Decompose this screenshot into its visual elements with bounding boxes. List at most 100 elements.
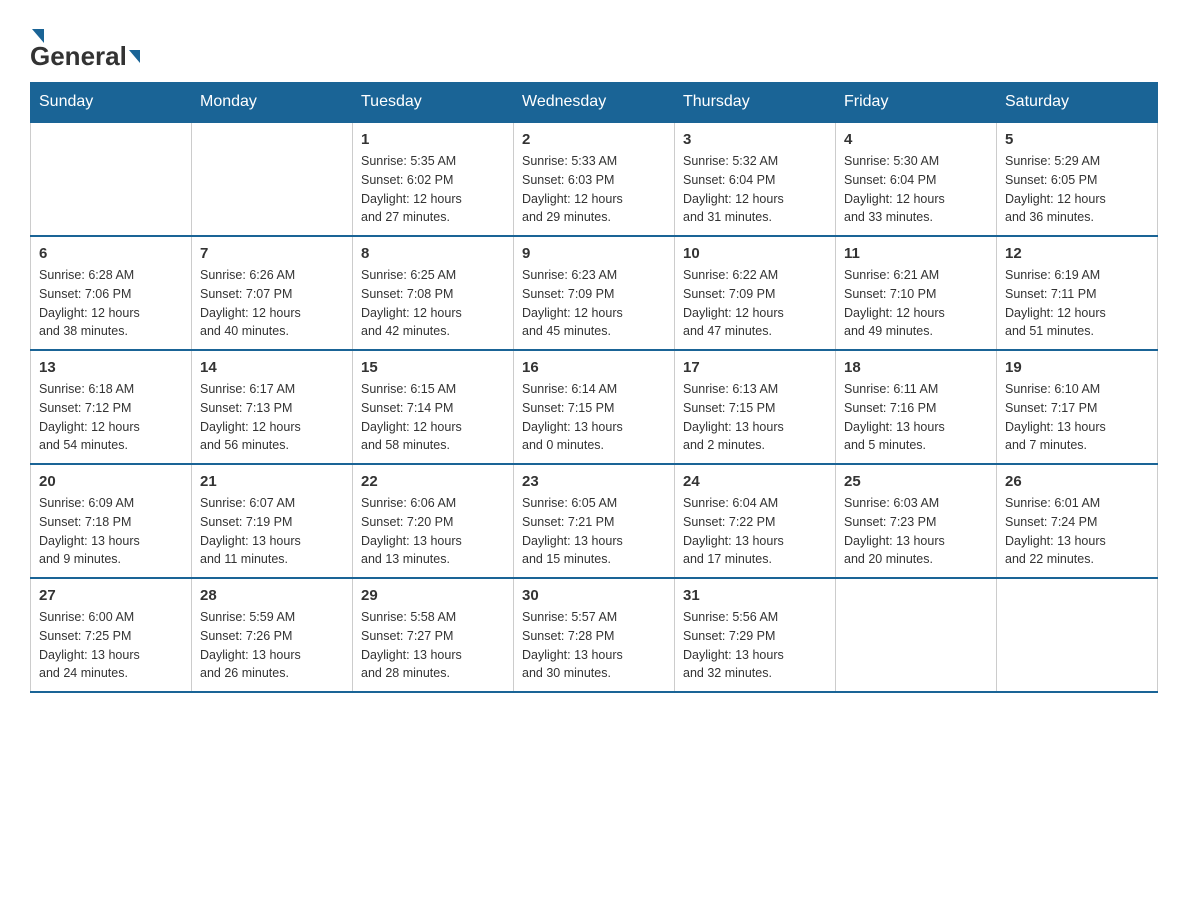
day-info: Sunrise: 5:35 AMSunset: 6:02 PMDaylight:… bbox=[361, 152, 505, 227]
day-info: Sunrise: 6:10 AMSunset: 7:17 PMDaylight:… bbox=[1005, 380, 1149, 455]
calendar-cell: 22Sunrise: 6:06 AMSunset: 7:20 PMDayligh… bbox=[353, 464, 514, 578]
day-number: 15 bbox=[361, 359, 505, 376]
day-number: 10 bbox=[683, 245, 827, 262]
calendar-cell: 26 Sunrise: 6:01 AMSunset: 7:24 PMDayligh… bbox=[997, 464, 1158, 578]
day-info: Sunrise: 6:25 AMSunset: 7:08 PMDaylight:… bbox=[361, 266, 505, 341]
calendar-cell: 12 Sunrise: 6:19 AMSunset: 7:11 PMDayligh… bbox=[997, 236, 1158, 350]
day-info: Sunrise: 6:28 AMSunset: 7:06 PMDaylight:… bbox=[39, 266, 183, 341]
day-number: 6 bbox=[39, 245, 183, 262]
day-number: 29 bbox=[361, 587, 505, 604]
day-info: Sunrise: 6:13 AMSunset: 7:15 PMDaylight:… bbox=[683, 380, 827, 455]
day-info: Sunrise: 6:11 AMSunset: 7:16 PMDaylight:… bbox=[844, 380, 988, 455]
calendar-cell: 3 Sunrise: 5:32 AMSunset: 6:04 PMDaylight… bbox=[675, 122, 836, 236]
calendar-cell bbox=[997, 578, 1158, 692]
weekday-header-monday: Monday bbox=[192, 83, 353, 123]
day-info: Sunrise: 5:57 AMSunset: 7:28 PMDaylight:… bbox=[522, 608, 666, 683]
day-number: 31 bbox=[683, 587, 827, 604]
calendar-week-5: 27 Sunrise: 6:00 AMSunset: 7:25 PMDayligh… bbox=[31, 578, 1158, 692]
weekday-header-saturday: Saturday bbox=[997, 83, 1158, 123]
day-number: 4 bbox=[844, 131, 988, 148]
calendar-cell: 2 Sunrise: 5:33 AMSunset: 6:03 PMDaylight… bbox=[514, 122, 675, 236]
weekday-header-tuesday: Tuesday bbox=[353, 83, 514, 123]
logo-triangle-icon bbox=[129, 50, 140, 63]
day-number: 27 bbox=[39, 587, 183, 604]
calendar-cell: 17Sunrise: 6:13 AMSunset: 7:15 PMDayligh… bbox=[675, 350, 836, 464]
calendar-cell: 18 Sunrise: 6:11 AMSunset: 7:16 PMDayligh… bbox=[836, 350, 997, 464]
calendar-cell: 28Sunrise: 5:59 AMSunset: 7:26 PMDayligh… bbox=[192, 578, 353, 692]
day-number: 18 bbox=[844, 359, 988, 376]
calendar-cell: 24 Sunrise: 6:04 AMSunset: 7:22 PMDayligh… bbox=[675, 464, 836, 578]
day-info: Sunrise: 6:03 AMSunset: 7:23 PMDaylight:… bbox=[844, 494, 988, 569]
day-info: Sunrise: 5:56 AMSunset: 7:29 PMDaylight:… bbox=[683, 608, 827, 683]
calendar-cell: 19 Sunrise: 6:10 AMSunset: 7:17 PMDayligh… bbox=[997, 350, 1158, 464]
calendar-header-row: SundayMondayTuesdayWednesdayThursdayFrid… bbox=[31, 83, 1158, 123]
calendar-cell: 21 Sunrise: 6:07 AMSunset: 7:19 PMDayligh… bbox=[192, 464, 353, 578]
day-info: Sunrise: 6:06 AMSunset: 7:20 PMDaylight:… bbox=[361, 494, 505, 569]
day-info: Sunrise: 6:04 AMSunset: 7:22 PMDaylight:… bbox=[683, 494, 827, 569]
day-number: 30 bbox=[522, 587, 666, 604]
calendar-cell: 13 Sunrise: 6:18 AMSunset: 7:12 PMDayligh… bbox=[31, 350, 192, 464]
calendar-week-4: 20 Sunrise: 6:09 AMSunset: 7:18 PMDayligh… bbox=[31, 464, 1158, 578]
calendar-cell: 31 Sunrise: 5:56 AMSunset: 7:29 PMDayligh… bbox=[675, 578, 836, 692]
day-info: Sunrise: 6:18 AMSunset: 7:12 PMDaylight:… bbox=[39, 380, 183, 455]
calendar-cell: 16 Sunrise: 6:14 AMSunset: 7:15 PMDayligh… bbox=[514, 350, 675, 464]
calendar-cell bbox=[192, 122, 353, 236]
calendar-cell: 8 Sunrise: 6:25 AMSunset: 7:08 PMDaylight… bbox=[353, 236, 514, 350]
day-info: Sunrise: 6:14 AMSunset: 7:15 PMDaylight:… bbox=[522, 380, 666, 455]
day-number: 13 bbox=[39, 359, 183, 376]
day-info: Sunrise: 6:05 AMSunset: 7:21 PMDaylight:… bbox=[522, 494, 666, 569]
page-header: General bbox=[30, 20, 1158, 72]
calendar-cell: 27 Sunrise: 6:00 AMSunset: 7:25 PMDayligh… bbox=[31, 578, 192, 692]
day-info: Sunrise: 6:00 AMSunset: 7:25 PMDaylight:… bbox=[39, 608, 183, 683]
day-info: Sunrise: 6:01 AMSunset: 7:24 PMDaylight:… bbox=[1005, 494, 1149, 569]
day-number: 19 bbox=[1005, 359, 1149, 376]
day-info: Sunrise: 6:26 AMSunset: 7:07 PMDaylight:… bbox=[200, 266, 344, 341]
calendar-table: SundayMondayTuesdayWednesdayThursdayFrid… bbox=[30, 82, 1158, 693]
day-number: 5 bbox=[1005, 131, 1149, 148]
day-number: 11 bbox=[844, 245, 988, 262]
day-number: 26 bbox=[1005, 473, 1149, 490]
calendar-cell: 15 Sunrise: 6:15 AMSunset: 7:14 PMDayligh… bbox=[353, 350, 514, 464]
calendar-week-3: 13 Sunrise: 6:18 AMSunset: 7:12 PMDayligh… bbox=[31, 350, 1158, 464]
weekday-header-thursday: Thursday bbox=[675, 83, 836, 123]
day-info: Sunrise: 6:22 AMSunset: 7:09 PMDaylight:… bbox=[683, 266, 827, 341]
day-info: Sunrise: 6:19 AMSunset: 7:11 PMDaylight:… bbox=[1005, 266, 1149, 341]
day-info: Sunrise: 6:09 AMSunset: 7:18 PMDaylight:… bbox=[39, 494, 183, 569]
day-number: 20 bbox=[39, 473, 183, 490]
calendar-cell bbox=[836, 578, 997, 692]
day-number: 9 bbox=[522, 245, 666, 262]
calendar-cell: 6 Sunrise: 6:28 AMSunset: 7:06 PMDaylight… bbox=[31, 236, 192, 350]
day-number: 1 bbox=[361, 131, 505, 148]
day-info: Sunrise: 6:07 AMSunset: 7:19 PMDaylight:… bbox=[200, 494, 344, 569]
day-number: 16 bbox=[522, 359, 666, 376]
weekday-header-sunday: Sunday bbox=[31, 83, 192, 123]
calendar-cell: 30 Sunrise: 5:57 AMSunset: 7:28 PMDayligh… bbox=[514, 578, 675, 692]
day-info: Sunrise: 5:29 AMSunset: 6:05 PMDaylight:… bbox=[1005, 152, 1149, 227]
day-number: 8 bbox=[361, 245, 505, 262]
calendar-cell bbox=[31, 122, 192, 236]
weekday-header-wednesday: Wednesday bbox=[514, 83, 675, 123]
calendar-cell: 1 Sunrise: 5:35 AMSunset: 6:02 PMDaylight… bbox=[353, 122, 514, 236]
day-number: 3 bbox=[683, 131, 827, 148]
day-info: Sunrise: 5:30 AMSunset: 6:04 PMDaylight:… bbox=[844, 152, 988, 227]
day-number: 2 bbox=[522, 131, 666, 148]
day-number: 12 bbox=[1005, 245, 1149, 262]
day-info: Sunrise: 5:58 AMSunset: 7:27 PMDaylight:… bbox=[361, 608, 505, 683]
calendar-cell: 4 Sunrise: 5:30 AMSunset: 6:04 PMDaylight… bbox=[836, 122, 997, 236]
calendar-cell: 5 Sunrise: 5:29 AMSunset: 6:05 PMDaylight… bbox=[997, 122, 1158, 236]
day-info: Sunrise: 6:17 AMSunset: 7:13 PMDaylight:… bbox=[200, 380, 344, 455]
calendar-cell: 29 Sunrise: 5:58 AMSunset: 7:27 PMDayligh… bbox=[353, 578, 514, 692]
logo-general-text2: General bbox=[30, 41, 127, 72]
calendar-week-2: 6 Sunrise: 6:28 AMSunset: 7:06 PMDaylight… bbox=[31, 236, 1158, 350]
calendar-cell: 9Sunrise: 6:23 AMSunset: 7:09 PMDaylight… bbox=[514, 236, 675, 350]
weekday-header-friday: Friday bbox=[836, 83, 997, 123]
day-info: Sunrise: 5:33 AMSunset: 6:03 PMDaylight:… bbox=[522, 152, 666, 227]
day-number: 24 bbox=[683, 473, 827, 490]
calendar-cell: 10 Sunrise: 6:22 AMSunset: 7:09 PMDayligh… bbox=[675, 236, 836, 350]
day-number: 21 bbox=[200, 473, 344, 490]
day-info: Sunrise: 5:32 AMSunset: 6:04 PMDaylight:… bbox=[683, 152, 827, 227]
calendar-week-1: 1 Sunrise: 5:35 AMSunset: 6:02 PMDaylight… bbox=[31, 122, 1158, 236]
day-info: Sunrise: 6:15 AMSunset: 7:14 PMDaylight:… bbox=[361, 380, 505, 455]
calendar-cell: 7Sunrise: 6:26 AMSunset: 7:07 PMDaylight… bbox=[192, 236, 353, 350]
day-number: 14 bbox=[200, 359, 344, 376]
